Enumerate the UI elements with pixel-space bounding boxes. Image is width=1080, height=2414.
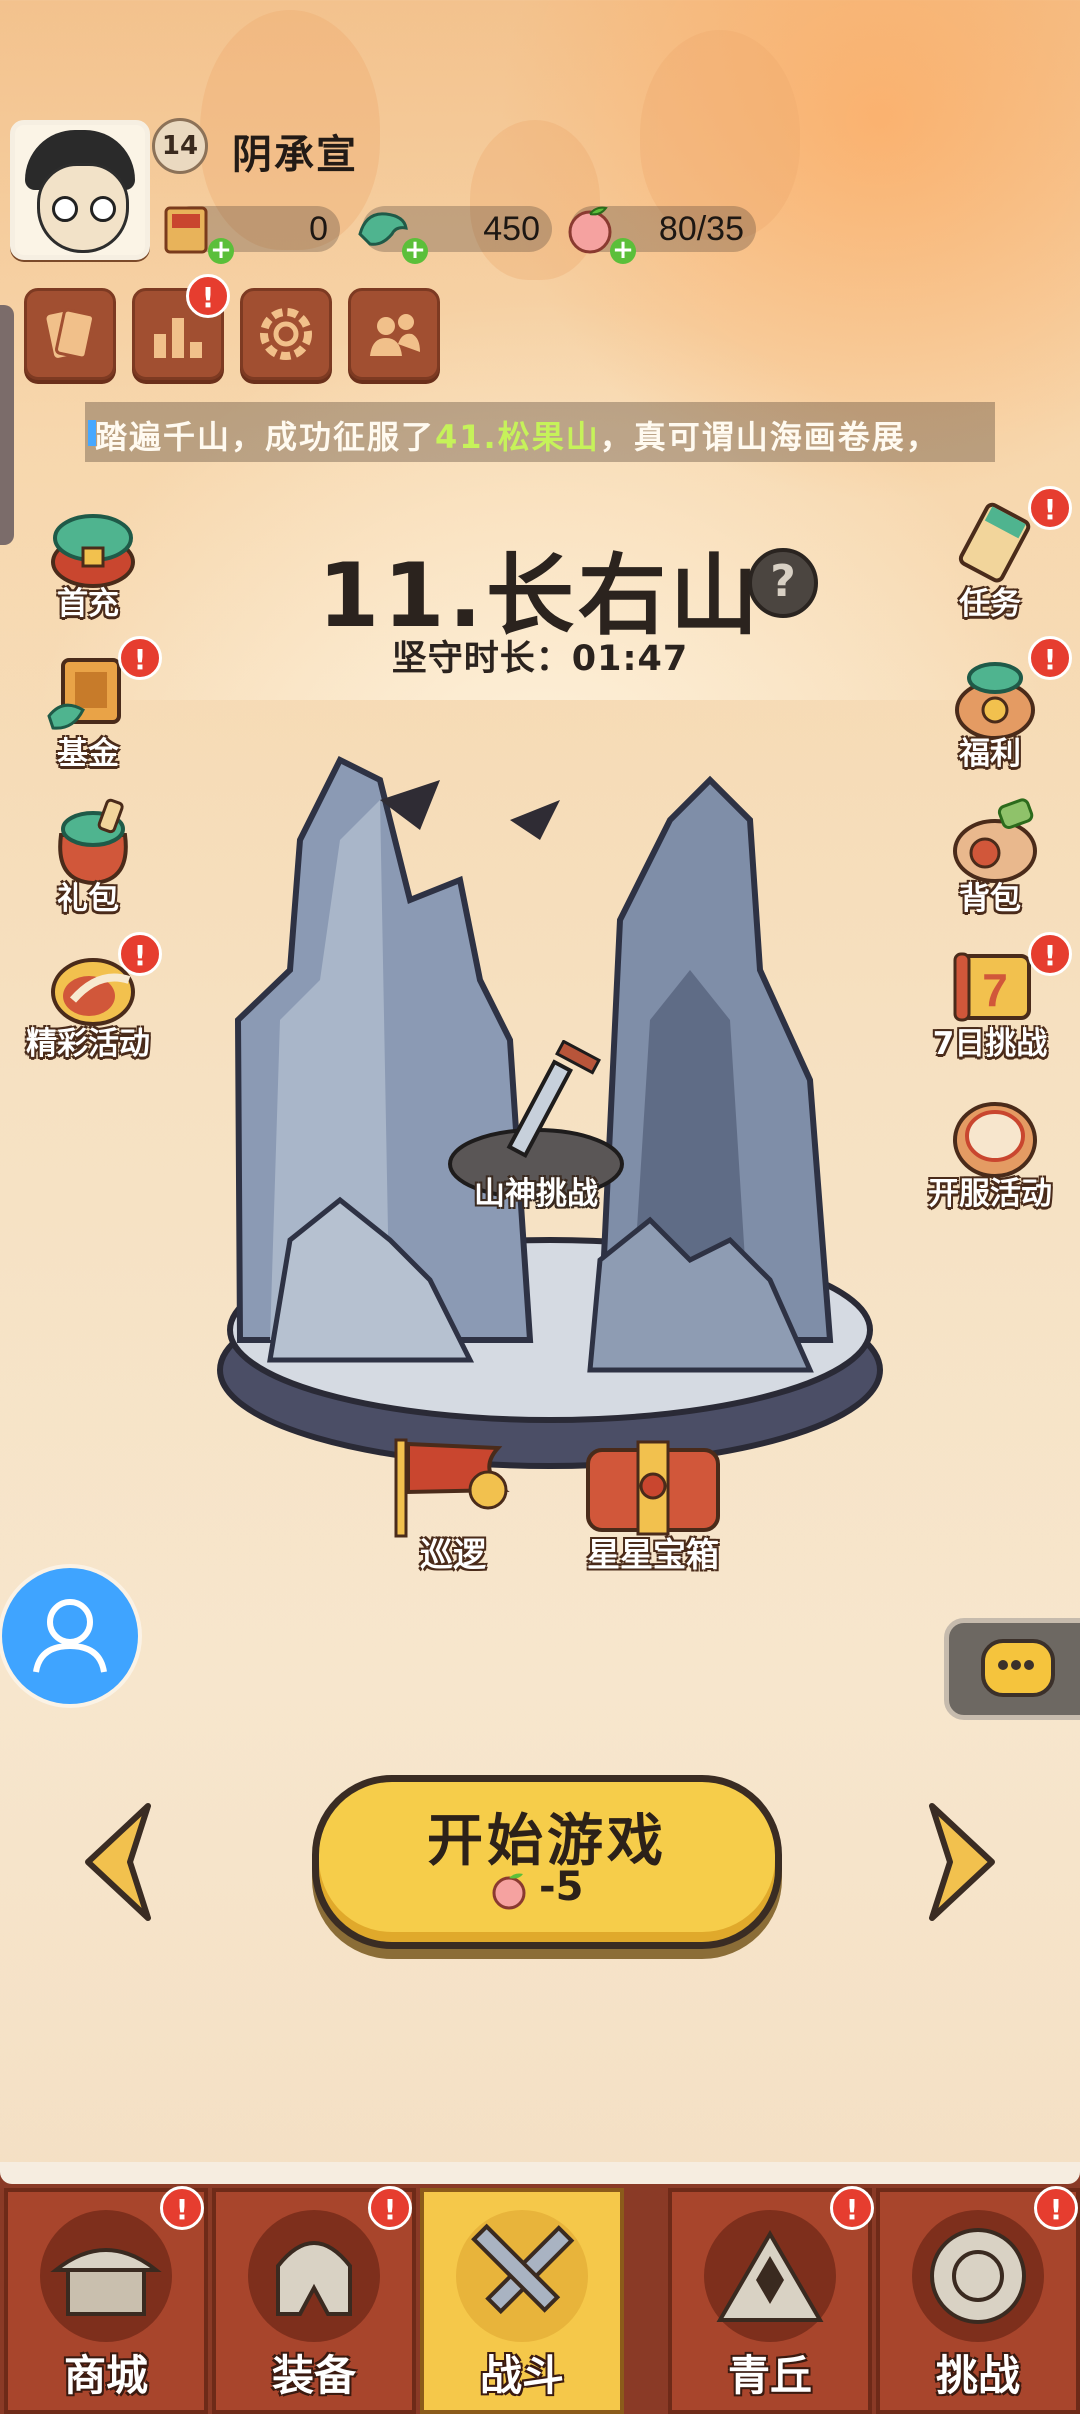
side-drawer-tab[interactable] [0, 305, 14, 545]
gift-pack-label: 礼包 [57, 881, 119, 917]
nav-challenge-badge: ! [1034, 2186, 1078, 2230]
person-icon [33, 1599, 107, 1673]
nav-shop-badge: ! [160, 2186, 204, 2230]
mountain-god-challenge-label: 山神挑战 [474, 1176, 598, 1212]
patrol-flag-icon [394, 1438, 510, 1538]
events-label: 精彩活动 [26, 1026, 150, 1062]
previous-stage-arrow-icon[interactable] [78, 1800, 158, 1924]
nav-challenge-label: 挑战 [935, 2351, 1020, 2400]
welfare-label: 福利 [959, 736, 1021, 772]
start-game-button[interactable]: 开始游戏 -5 [312, 1775, 782, 1949]
gift-pack-button[interactable]: 礼包 [18, 795, 158, 925]
announcement-bullet [88, 420, 96, 446]
nav-qingqiu-badge: ! [830, 2186, 874, 2230]
server-events-label: 开服活动 [928, 1176, 1052, 1212]
shop-pavilion-icon [50, 2248, 162, 2316]
challenge-drum-icon [930, 2228, 1026, 2324]
patrol-button[interactable]: 巡逻 [378, 1430, 528, 1580]
ranking-badge: ! [186, 274, 230, 318]
next-stage-arrow-icon[interactable] [922, 1800, 1002, 1924]
resource-scroll[interactable]: + 0 [164, 206, 340, 264]
nav-equipment-label: 装备 [271, 2351, 356, 2400]
customer-service-button[interactable] [2, 1568, 138, 1704]
star-chest-icon [586, 1440, 720, 1536]
svg-text:7: 7 [982, 964, 1008, 1016]
nav-shop-circle [40, 2210, 172, 2342]
tasks-badge: ! [1028, 486, 1072, 530]
fund-label: 基金 [57, 736, 119, 772]
tickets-button[interactable] [24, 288, 116, 380]
help-icon[interactable]: ? [748, 548, 818, 618]
announcement-text: 踏遍千山，成功征服了41.松果山，真可谓山海画卷展， [95, 412, 940, 458]
server-events-button[interactable]: 开服活动 [920, 1090, 1060, 1220]
nav-qingqiu-label: 青丘 [727, 2351, 812, 2400]
add-jade-icon[interactable]: + [402, 237, 428, 264]
nav-battle-label: 战斗 [479, 2351, 564, 2400]
backpack-button[interactable]: 背包 [920, 795, 1060, 925]
add-scroll-icon[interactable]: + [208, 237, 234, 264]
settings-gear-icon [260, 308, 312, 360]
nav-qingqiu-circle [704, 2210, 836, 2342]
nav-battle-circle [456, 2210, 588, 2342]
chat-button[interactable] [944, 1618, 1080, 1720]
nav-snow-edge [0, 2162, 1080, 2184]
events-badge: ! [118, 932, 162, 976]
announcement-marquee: 踏遍千山，成功征服了41.松果山，真可谓山海画卷展， [85, 402, 995, 462]
player-avatar[interactable] [10, 120, 150, 260]
resource-stamina[interactable]: + 80/35 [568, 206, 756, 264]
avatar-face [37, 163, 129, 253]
friends-icon [370, 314, 420, 356]
avatar-eye [52, 196, 78, 222]
player-name: 阴承宣 [232, 132, 358, 178]
nav-battle[interactable]: 战斗 [420, 2188, 624, 2414]
start-game-cost: -5 [539, 1864, 584, 1910]
seven-day-challenge-badge: ! [1028, 932, 1072, 976]
resource-scroll-value: 0 [309, 210, 328, 248]
hold-time-label: 坚守时长：01:47 [391, 639, 689, 679]
tickets-icon [46, 308, 96, 360]
resource-jade[interactable]: + 450 [358, 206, 552, 264]
add-stamina-icon[interactable]: + [610, 237, 636, 264]
backpack-label: 背包 [959, 881, 1021, 917]
star-chest-button[interactable]: 星星宝箱 [578, 1430, 728, 1580]
mountain-god-challenge-button[interactable]: 山神挑战 [438, 1039, 634, 1240]
nav-challenge-circle [912, 2210, 1044, 2342]
player-level-badge: 14 [152, 118, 208, 174]
chat-bubble-icon [981, 1639, 1055, 1697]
resource-jade-value: 450 [483, 210, 540, 248]
crossed-swords-icon [471, 2223, 575, 2315]
announcement-suffix: ，真可谓山海画卷展， [599, 418, 940, 456]
star-chest-label: 星星宝箱 [587, 1535, 719, 1574]
seven-day-challenge-label: 7日挑战 [932, 1026, 1048, 1062]
patrol-label: 巡逻 [420, 1535, 486, 1574]
friends-button[interactable] [348, 288, 440, 380]
peach-cost-icon [492, 1873, 526, 1910]
nav-equipment-badge: ! [368, 2186, 412, 2230]
chat-dots-icon [998, 1660, 1034, 1670]
mountain-peak-icon [716, 2230, 824, 2322]
helmet-icon [276, 2241, 352, 2316]
nav-shop-label: 商城 [63, 2351, 148, 2400]
announcement-prefix: 踏遍千山，成功征服了 [95, 418, 436, 456]
announcement-highlight: 41.松果山 [435, 418, 600, 456]
settings-button[interactable] [240, 288, 332, 380]
resource-stamina-value: 80/35 [658, 210, 744, 248]
nav-equipment-circle [248, 2210, 380, 2342]
avatar-eye [90, 196, 116, 222]
